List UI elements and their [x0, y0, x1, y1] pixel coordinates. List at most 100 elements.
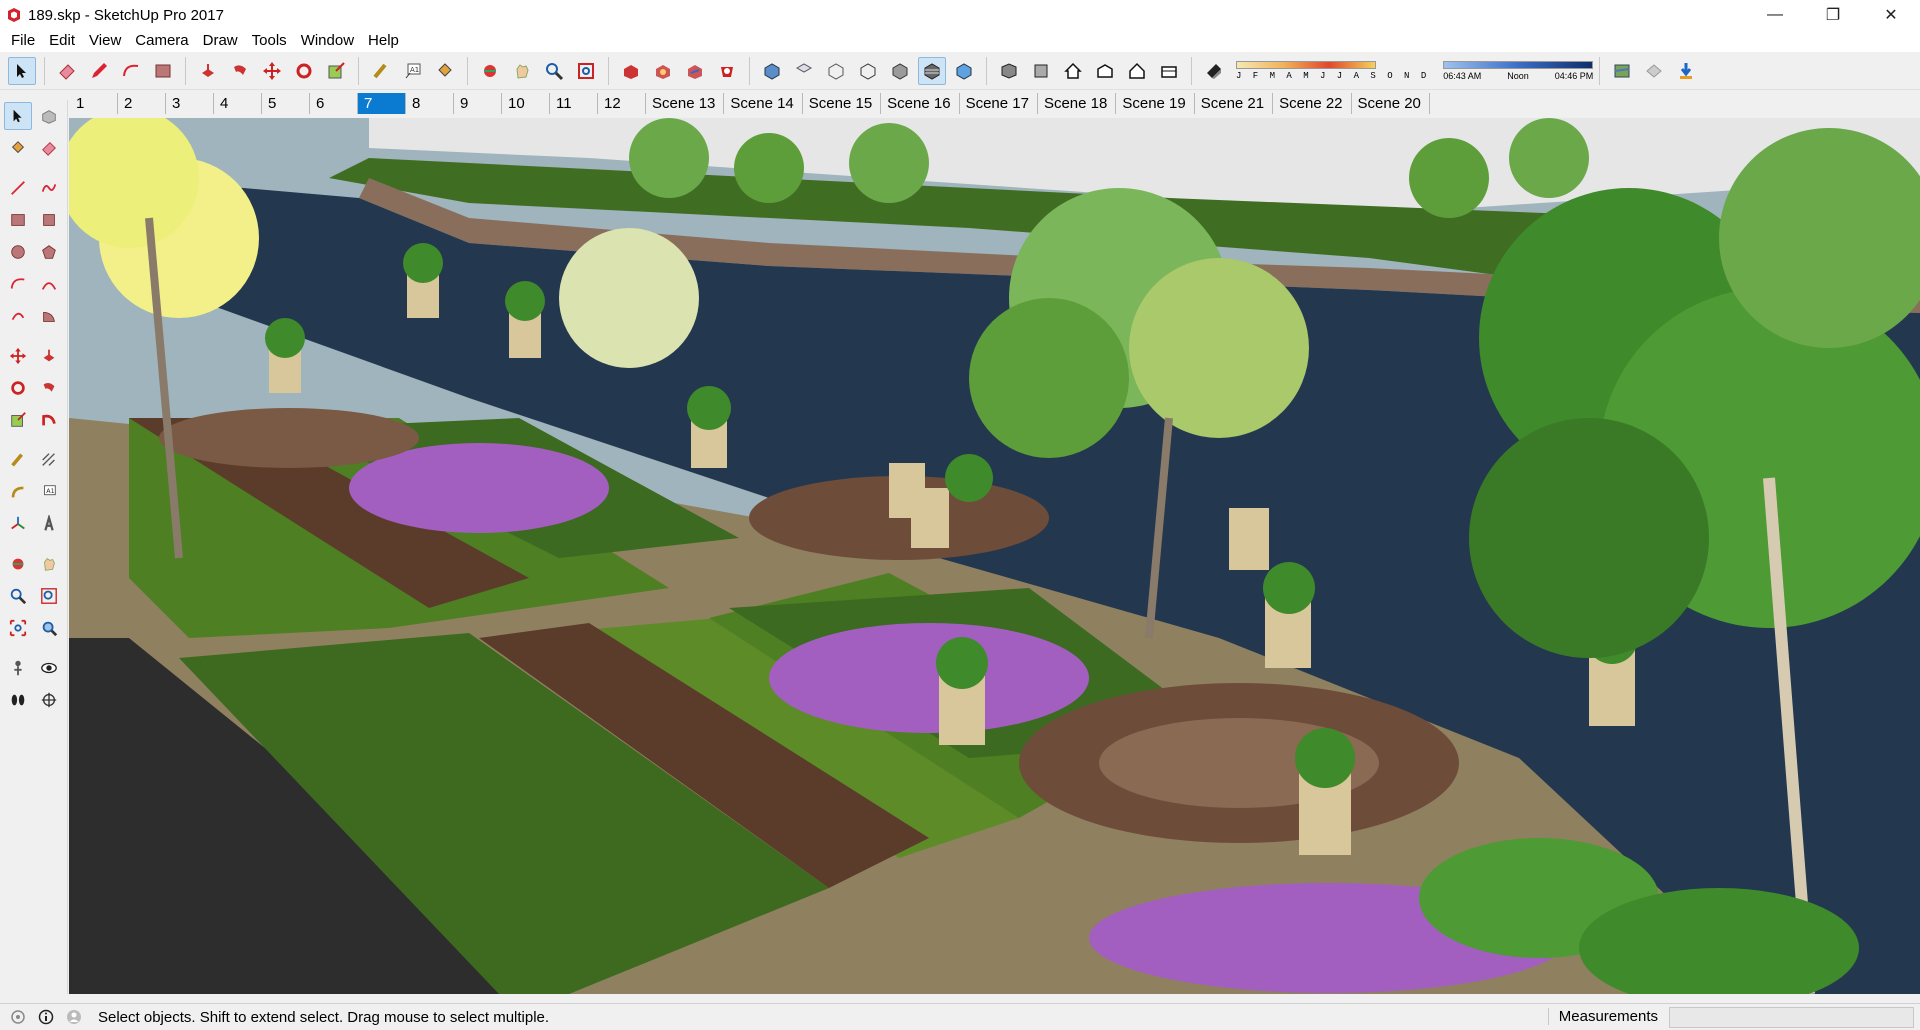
wireframe-icon[interactable]: [854, 57, 882, 85]
add-location-icon[interactable]: [1672, 57, 1700, 85]
iso-view-icon[interactable]: [758, 57, 786, 85]
menu-window[interactable]: Window: [294, 30, 361, 52]
orbit-icon[interactable]: [476, 57, 504, 85]
scene-tab[interactable]: 10: [502, 93, 550, 114]
freehand-icon[interactable]: [36, 174, 64, 202]
eraser-icon[interactable]: [53, 57, 81, 85]
circle-icon[interactable]: [4, 238, 32, 266]
scene-tab[interactable]: 9: [454, 93, 502, 114]
select-icon[interactable]: [4, 102, 32, 130]
scene-tab[interactable]: Scene 16: [881, 93, 960, 114]
menu-draw[interactable]: Draw: [196, 30, 245, 52]
geo-status-icon[interactable]: [8, 1007, 28, 1027]
scene-tab[interactable]: 1: [70, 93, 118, 114]
axes-icon[interactable]: [4, 510, 32, 538]
minimize-button[interactable]: —: [1746, 0, 1804, 30]
section-plane-icon[interactable]: [36, 686, 64, 714]
pencil-icon[interactable]: [85, 57, 113, 85]
components-icon[interactable]: [649, 57, 677, 85]
scene-tab[interactable]: 12: [598, 93, 646, 114]
left-view-icon[interactable]: [1123, 57, 1151, 85]
menu-help[interactable]: Help: [361, 30, 406, 52]
shadow-time-slider[interactable]: 06:43 AM Noon 04:46 PM: [1443, 56, 1594, 86]
tape-measure-icon[interactable]: [367, 57, 395, 85]
3d-text-icon[interactable]: [36, 510, 64, 538]
zoom-icon[interactable]: [4, 582, 32, 610]
move-icon[interactable]: [258, 57, 286, 85]
menu-edit[interactable]: Edit: [42, 30, 82, 52]
scene-tab[interactable]: 2: [118, 93, 166, 114]
polygon-icon[interactable]: [36, 238, 64, 266]
line-icon[interactable]: [4, 174, 32, 202]
previous-view-icon[interactable]: [36, 614, 64, 642]
menu-camera[interactable]: Camera: [128, 30, 195, 52]
scene-tab[interactable]: Scene 13: [646, 93, 725, 114]
scale-icon[interactable]: [322, 57, 350, 85]
xray-icon[interactable]: [822, 57, 850, 85]
user-account-icon[interactable]: [64, 1007, 84, 1027]
zoom-extents-icon[interactable]: [572, 57, 600, 85]
position-camera-icon[interactable]: [4, 654, 32, 682]
menu-tools[interactable]: Tools: [245, 30, 294, 52]
dimension-icon[interactable]: [36, 446, 64, 474]
close-button[interactable]: ✕: [1862, 0, 1920, 30]
hidden-line-icon[interactable]: [886, 57, 914, 85]
scene-tab[interactable]: Scene 21: [1194, 93, 1274, 114]
offset-icon[interactable]: [36, 406, 64, 434]
rectangle-icon[interactable]: [149, 57, 177, 85]
shadow-month-slider[interactable]: J F M A M J J A S O N D: [1236, 56, 1429, 86]
scene-tab[interactable]: 7: [358, 93, 406, 114]
zoom-extents-icon[interactable]: [4, 614, 32, 642]
share-model-icon[interactable]: [681, 57, 709, 85]
follow-me-icon[interactable]: [226, 57, 254, 85]
push-pull-icon[interactable]: [36, 342, 64, 370]
look-around-icon[interactable]: [36, 654, 64, 682]
arc-icon[interactable]: [4, 270, 32, 298]
photo-textures-icon[interactable]: [1640, 57, 1668, 85]
scene-tab[interactable]: Scene 15: [802, 93, 882, 114]
tape-measure-icon[interactable]: [4, 446, 32, 474]
menu-file[interactable]: File: [4, 30, 42, 52]
top-view-icon[interactable]: [790, 57, 818, 85]
right-view-icon[interactable]: [1027, 57, 1055, 85]
three-point-arc-icon[interactable]: [4, 302, 32, 330]
rotated-rectangle-icon[interactable]: [36, 206, 64, 234]
bottom-view-icon[interactable]: [1155, 57, 1183, 85]
rotate-icon[interactable]: [290, 57, 318, 85]
orbit-icon[interactable]: [4, 550, 32, 578]
scene-tab[interactable]: Scene 17: [959, 93, 1038, 114]
month-bar[interactable]: [1236, 60, 1376, 69]
time-bar[interactable]: [1443, 60, 1594, 69]
info-icon[interactable]: [36, 1007, 56, 1027]
eraser-icon[interactable]: [36, 134, 64, 162]
follow-me-icon[interactable]: [36, 374, 64, 402]
walk-icon[interactable]: [4, 686, 32, 714]
model-viewport[interactable]: [69, 118, 1920, 994]
scale-icon[interactable]: [4, 406, 32, 434]
pan-icon[interactable]: [36, 550, 64, 578]
geo-location-icon[interactable]: [1608, 57, 1636, 85]
pan-icon[interactable]: [508, 57, 536, 85]
warehouse-icon[interactable]: [617, 57, 645, 85]
back-view-icon[interactable]: [1091, 57, 1119, 85]
scene-tab[interactable]: 6: [310, 93, 358, 114]
scene-tab[interactable]: Scene 20: [1351, 93, 1430, 114]
text-icon[interactable]: A1: [36, 478, 64, 506]
menu-view[interactable]: View: [82, 30, 128, 52]
extension-warehouse-icon[interactable]: [713, 57, 741, 85]
paint-bucket-icon[interactable]: [4, 134, 32, 162]
select-tool-icon[interactable]: [8, 56, 36, 85]
restore-button[interactable]: ❐: [1804, 0, 1862, 30]
push-pull-icon[interactable]: [194, 57, 222, 85]
scene-tab[interactable]: 4: [214, 93, 262, 114]
shaded-textures-icon[interactable]: [918, 56, 946, 85]
paint-bucket-icon[interactable]: [431, 57, 459, 85]
scene-tab[interactable]: 3: [166, 93, 214, 114]
make-component-icon[interactable]: [36, 102, 63, 130]
move-icon[interactable]: [4, 342, 32, 370]
monochrome-icon[interactable]: [950, 57, 978, 85]
protractor-icon[interactable]: [4, 478, 32, 506]
zoom-window-icon[interactable]: [36, 582, 64, 610]
text-icon[interactable]: A1: [399, 57, 427, 85]
scene-tab[interactable]: Scene 19: [1116, 93, 1195, 114]
